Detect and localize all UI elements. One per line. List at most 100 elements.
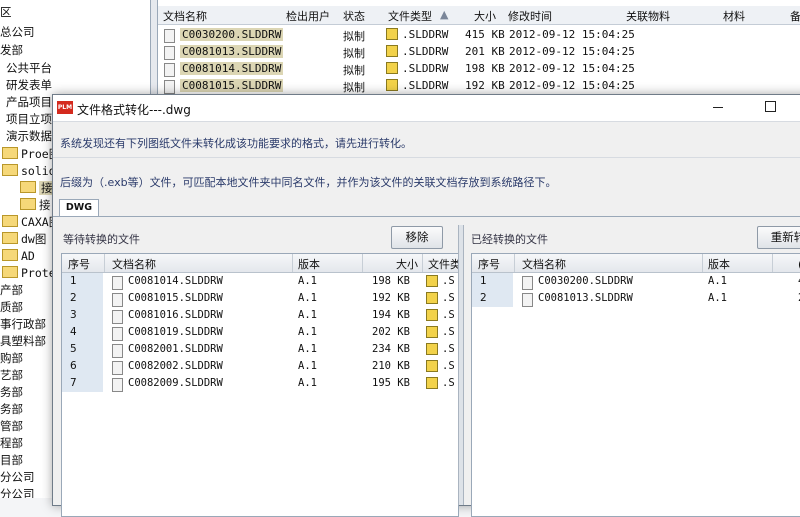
minimize-icon[interactable] bbox=[713, 107, 723, 108]
dwg-file-icon bbox=[426, 377, 438, 389]
tree-node[interactable]: 分公司 bbox=[0, 469, 35, 486]
table-row[interactable]: C0081013.SLDDRW 拟制 .SLDDRW 201 KB 2012-0… bbox=[158, 43, 800, 60]
tree-node[interactable]: 产部 bbox=[0, 282, 23, 299]
tree-node[interactable]: 项目立项 bbox=[6, 111, 52, 128]
tree-node[interactable]: 总公司 bbox=[0, 24, 35, 41]
tree-node[interactable]: 务部 bbox=[0, 384, 23, 401]
table-row[interactable]: 4 C0081019.SLDDRW A.1 202 KB .S bbox=[62, 324, 458, 341]
column-header[interactable]: 关联物料 bbox=[626, 8, 670, 24]
info-message: 系统发现还有下列图纸文件未转化成该功能要求的格式，请先进行转化。 bbox=[60, 137, 412, 150]
sort-ascending-icon[interactable]: ▲ bbox=[440, 8, 448, 21]
table-row[interactable]: C0030200.SLDDRW 拟制 .SLDDRW 415 KB 2012-0… bbox=[158, 26, 800, 43]
folder-icon bbox=[2, 147, 18, 159]
table-row[interactable]: 1 C0081014.SLDDRW A.1 198 KB .S bbox=[62, 273, 458, 290]
tree-node[interactable]: Prote bbox=[2, 265, 56, 282]
tree-node[interactable]: 事行政部 bbox=[0, 316, 46, 333]
table-row[interactable]: 2 C0081015.SLDDRW A.1 192 KB .S bbox=[62, 290, 458, 307]
document-icon bbox=[522, 276, 533, 290]
document-icon bbox=[112, 361, 123, 375]
column-header[interactable]: 文件类型 bbox=[388, 8, 432, 24]
tree-node[interactable]: 研发表单 bbox=[6, 77, 52, 94]
tree-node[interactable]: 务部 bbox=[0, 401, 23, 418]
panel-splitter[interactable] bbox=[458, 225, 464, 505]
table-row[interactable]: C0081014.SLDDRW 拟制 .SLDDRW 198 KB 2012-0… bbox=[158, 60, 800, 77]
tree-node[interactable]: 演示数据 bbox=[6, 128, 52, 145]
dialog-title: 文件格式转化---.dwg bbox=[77, 103, 191, 117]
tree-node[interactable]: 区 bbox=[0, 4, 12, 21]
dwg-file-icon bbox=[426, 343, 438, 355]
tree-node[interactable]: 管部 bbox=[0, 418, 23, 435]
document-icon bbox=[112, 378, 123, 392]
dwg-file-icon bbox=[426, 360, 438, 372]
dwg-file-icon bbox=[426, 275, 438, 287]
reconvert-button[interactable]: 重新转 bbox=[757, 226, 800, 249]
table-row[interactable]: C0081015.SLDDRW 拟制 .SLDDRW 192 KB 2012-0… bbox=[158, 77, 800, 94]
column-header[interactable]: 备 bbox=[790, 8, 800, 24]
folder-icon bbox=[2, 164, 18, 176]
tree-node[interactable]: 质部 bbox=[0, 299, 23, 316]
column-header[interactable]: 检出用户 bbox=[286, 8, 330, 24]
column-header[interactable]: 大小 bbox=[474, 8, 496, 24]
dwg-file-icon bbox=[426, 309, 438, 321]
document-icon bbox=[164, 63, 175, 77]
tree-node[interactable]: 艺部 bbox=[0, 367, 23, 384]
divider bbox=[53, 121, 800, 122]
column-header[interactable]: 文档名称 bbox=[522, 256, 566, 272]
document-icon bbox=[112, 344, 123, 358]
table-row[interactable]: 7 C0082009.SLDDRW A.1 195 KB .S bbox=[62, 375, 458, 392]
column-header[interactable]: 版本 bbox=[298, 256, 320, 272]
column-header[interactable]: 文档名称 bbox=[112, 256, 156, 272]
dialog-titlebar[interactable]: PLM 文件格式转化---.dwg bbox=[53, 95, 800, 121]
pending-files-table: 序号 文档名称 版本 大小 文件类 1 C0081014.SLDDRW A.1 … bbox=[61, 253, 459, 517]
table-row[interactable]: 3 C0081016.SLDDRW A.1 194 KB .S bbox=[62, 307, 458, 324]
tree-node[interactable]: 目部 bbox=[0, 452, 23, 469]
tree-node[interactable]: AD bbox=[2, 248, 35, 265]
table-row[interactable]: 1 C0030200.SLDDRW A.1 4 bbox=[472, 273, 800, 290]
remove-button[interactable]: 移除 bbox=[391, 226, 443, 249]
column-header[interactable]: 文件类 bbox=[428, 256, 458, 272]
dwg-file-icon bbox=[386, 79, 398, 91]
tab-dwg[interactable]: DWG bbox=[59, 199, 99, 216]
folder-icon bbox=[2, 266, 18, 278]
table-header: 序号 文档名称 版本 大小 文件类 bbox=[62, 254, 458, 273]
document-icon bbox=[522, 293, 533, 307]
document-table: 文档名称 检出用户 状态 文件类型 ▲ 大小 修改时间 关联物料 材料 备 C0… bbox=[158, 0, 800, 100]
pending-files-title: 等待转换的文件 bbox=[63, 233, 140, 246]
tree-node[interactable]: 接 bbox=[20, 180, 55, 197]
table-row[interactable]: 6 C0082002.SLDDRW A.1 210 KB .S bbox=[62, 358, 458, 375]
column-header[interactable]: 材料 bbox=[723, 8, 745, 24]
table-row[interactable]: 2 C0081013.SLDDRW A.1 2 bbox=[472, 290, 800, 307]
dwg-file-icon bbox=[386, 62, 398, 74]
table-header: 序号 文档名称 版本 (大 bbox=[472, 254, 800, 273]
column-header[interactable]: 序号 bbox=[478, 256, 500, 272]
document-icon bbox=[112, 276, 123, 290]
document-table-header: 文档名称 检出用户 状态 文件类型 ▲ 大小 修改时间 关联物料 材料 备 bbox=[158, 6, 800, 25]
tree-node[interactable]: 公共平台 bbox=[6, 60, 52, 77]
dwg-file-icon bbox=[386, 45, 398, 57]
column-header[interactable]: 修改时间 bbox=[508, 8, 552, 24]
tree-node[interactable]: 接 bbox=[20, 197, 51, 214]
column-header[interactable]: 状态 bbox=[343, 8, 365, 24]
document-icon bbox=[112, 327, 123, 341]
tree-node[interactable]: 程部 bbox=[0, 435, 23, 452]
folder-icon bbox=[2, 232, 18, 244]
maximize-icon[interactable] bbox=[765, 101, 776, 112]
column-header[interactable]: 大小 bbox=[396, 256, 418, 272]
tree-node[interactable]: dw图 bbox=[2, 231, 46, 248]
document-icon bbox=[164, 29, 175, 43]
dwg-file-icon bbox=[386, 28, 398, 40]
column-header[interactable]: 序号 bbox=[68, 256, 90, 272]
tree-node[interactable]: 产品项目 bbox=[6, 94, 52, 111]
column-header[interactable]: 文档名称 bbox=[163, 8, 207, 24]
converted-files-panel: 已经转换的文件 重新转 序号 文档名称 版本 (大 1 C0030200.SLD… bbox=[467, 223, 800, 517]
tree-node[interactable]: 购部 bbox=[0, 350, 23, 367]
column-header[interactable]: 版本 bbox=[708, 256, 730, 272]
table-row[interactable]: 5 C0082001.SLDDRW A.1 234 KB .S bbox=[62, 341, 458, 358]
pending-files-panel: 等待转换的文件 移除 序号 文档名称 版本 大小 文件类 1 C0081014.… bbox=[59, 223, 459, 517]
tree-node[interactable]: 发部 bbox=[0, 42, 23, 59]
tree-node[interactable]: solid bbox=[2, 163, 56, 180]
dwg-file-icon bbox=[426, 292, 438, 304]
document-icon bbox=[112, 293, 123, 307]
tree-node[interactable]: 具塑料部 bbox=[0, 333, 46, 350]
tree-node[interactable]: 分公司 bbox=[0, 486, 35, 498]
